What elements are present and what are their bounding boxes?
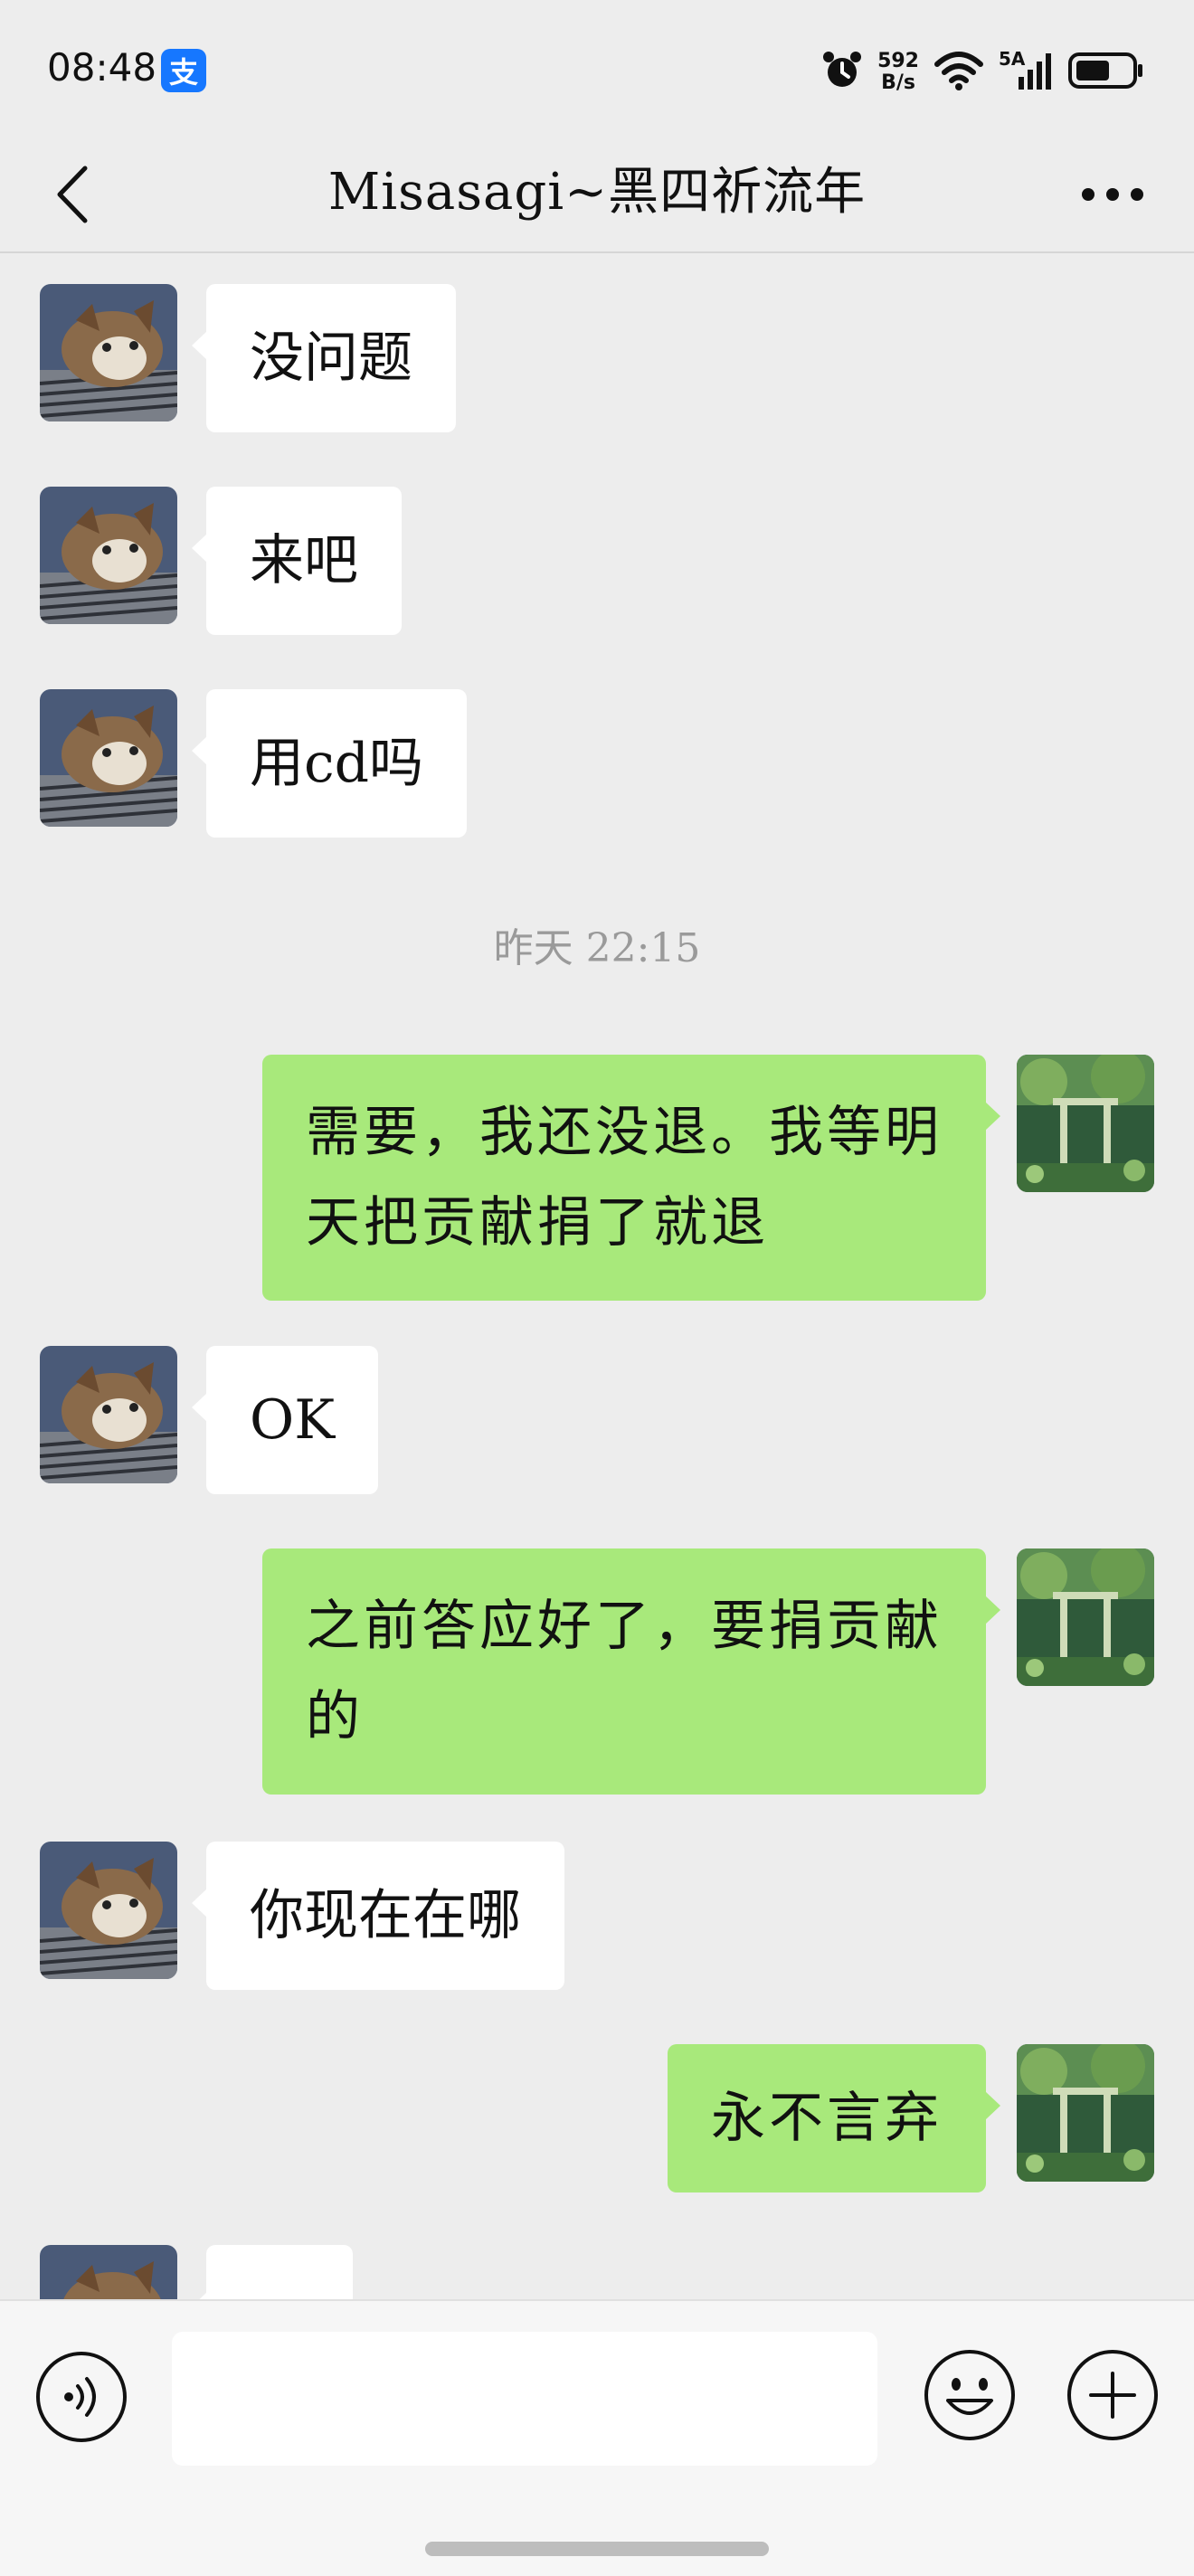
- alipay-icon: 支: [161, 49, 206, 92]
- status-time: 08:48: [47, 45, 157, 90]
- contact-avatar[interactable]: [40, 284, 177, 421]
- back-button[interactable]: [36, 154, 109, 235]
- signal-icon: 5A: [999, 50, 1053, 95]
- more-icon: [1082, 188, 1143, 201]
- message-list[interactable]: 没问题 来吧 用cd吗 昨天 22:15 需要，我还没退。我等明天把贡献捐了就退…: [0, 255, 1194, 2299]
- plus-icon: [1067, 2350, 1158, 2440]
- voice-icon: [36, 2352, 127, 2442]
- my-avatar[interactable]: [1017, 1548, 1154, 1686]
- contact-avatar[interactable]: [40, 1346, 177, 1483]
- incoming-message[interactable]: 你现在在哪: [192, 1842, 564, 1990]
- emoji-button[interactable]: [923, 2348, 1017, 2442]
- chat-screen: 08:48 支 592 B/s 5A Misasagi~黑四祈流年 没问题 来吧…: [0, 0, 1194, 2576]
- chevron-left-icon: [57, 166, 88, 223]
- wifi-icon: [933, 50, 984, 95]
- incoming-message[interactable]: OK: [191, 1346, 379, 1494]
- contact-avatar[interactable]: [40, 2245, 177, 2299]
- network-speed: 592 B/s: [877, 51, 919, 94]
- status-bar: 08:48 支 592 B/s 5A: [0, 0, 1194, 136]
- outgoing-message[interactable]: 之前答应好了，要捐贡献的: [262, 1548, 1000, 1795]
- input-bar: [0, 2299, 1194, 2576]
- network-speed-unit: B/s: [881, 71, 915, 94]
- status-indicators: 592 B/s 5A: [807, 45, 1145, 99]
- chat-title: Misasagi~黑四祈流年: [327, 163, 867, 222]
- incoming-message[interactable]: 没问题: [192, 284, 456, 432]
- incoming-message[interactable]: [192, 2245, 353, 2299]
- plus-button[interactable]: [1066, 2348, 1160, 2442]
- emoji-icon: [924, 2350, 1015, 2440]
- message-timestamp: 昨天 22:15: [493, 925, 701, 971]
- network-speed-value: 592: [877, 50, 919, 72]
- battery-icon: [1067, 50, 1145, 95]
- incoming-message[interactable]: 用cd吗: [191, 689, 468, 838]
- outgoing-message[interactable]: 永不言弃: [668, 2044, 1000, 2192]
- my-avatar[interactable]: [1017, 2044, 1154, 2182]
- contact-avatar[interactable]: [40, 689, 177, 827]
- my-avatar[interactable]: [1017, 1055, 1154, 1192]
- more-button[interactable]: [1067, 154, 1158, 235]
- chat-header: Misasagi~黑四祈流年: [0, 136, 1194, 253]
- contact-avatar[interactable]: [40, 487, 177, 624]
- voice-button[interactable]: [34, 2350, 128, 2444]
- outgoing-message[interactable]: 需要，我还没退。我等明天把贡献捐了就退: [262, 1055, 1000, 1301]
- incoming-message[interactable]: 来吧: [192, 487, 402, 635]
- home-indicator[interactable]: [425, 2542, 769, 2556]
- alarm-icon: [821, 50, 863, 95]
- message-input[interactable]: [172, 2332, 877, 2466]
- contact-avatar[interactable]: [40, 1842, 177, 1979]
